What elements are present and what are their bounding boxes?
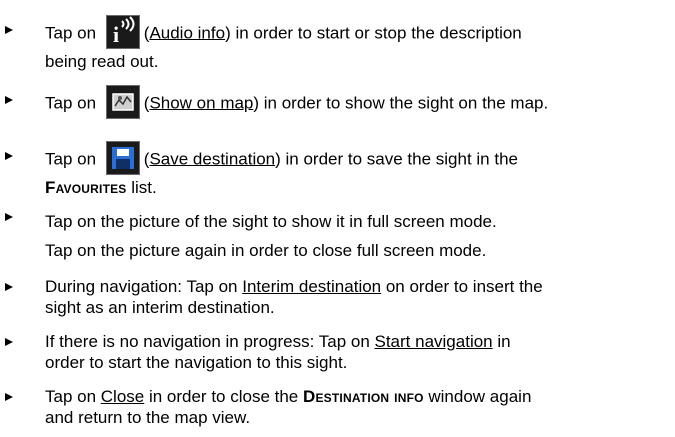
text-segment: ) in order to save the sight in the (275, 149, 518, 169)
favourites-label: Favourites (45, 178, 127, 197)
text-segment: During navigation: Tap on (45, 277, 243, 296)
item-text: Tap on (Show on map) in order to show th… (45, 85, 675, 121)
text-segment: Tap on (45, 23, 101, 43)
audio-info-icon: i (105, 15, 140, 49)
text-segment: window again (423, 387, 532, 406)
bullet-arrow-icon (4, 95, 14, 105)
show-on-map-link: Show on map (149, 93, 254, 113)
text-segment: sight as an interim destination. (45, 298, 275, 317)
text-segment: in (492, 332, 511, 351)
bullet-arrow-icon (4, 212, 14, 222)
destination-info-label: Destination info (303, 387, 424, 406)
bullet-arrow-icon (4, 282, 14, 292)
text-segment: Tap on (45, 149, 101, 169)
text-segment: Tap on (45, 387, 101, 406)
save-destination-icon (105, 141, 140, 175)
text-segment: If there is no navigation in progress: T… (45, 332, 375, 351)
item-text: During navigation: Tap on Interim destin… (45, 276, 675, 318)
close-link: Close (100, 387, 145, 406)
item-text: Tap on Close in order to close the Desti… (45, 386, 675, 428)
text-segment: and return to the map view. (45, 408, 251, 427)
text-segment: Tap on (45, 93, 101, 113)
bullet-arrow-icon (4, 337, 14, 347)
bullet-arrow-icon (4, 392, 14, 402)
bullet-arrow-icon (4, 151, 14, 161)
text-segment: order to start the navigation to this si… (45, 353, 348, 372)
save-destination-link: Save destination (149, 149, 276, 169)
audio-info-link: Audio info (149, 23, 226, 43)
item-text: If there is no navigation in progress: T… (45, 331, 675, 373)
text-segment: Tap on the picture again in order to clo… (45, 241, 487, 260)
text-segment: being read out. (45, 52, 159, 71)
item-text: Tap on the picture of the sight to show … (45, 207, 675, 265)
item-text: Tap on i (Audio info) in order to start … (45, 15, 675, 72)
text-segment: ) in order to show the sight on the map. (253, 93, 549, 113)
bullet-arrow-icon (4, 25, 14, 35)
text-segment: list. (126, 178, 157, 197)
text-segment: in order to close the (144, 387, 303, 406)
text-segment: on order to insert the (381, 277, 543, 296)
svg-text:i: i (113, 22, 119, 47)
interim-destination-link: Interim destination (242, 277, 382, 296)
text-segment: Tap on the picture of the sight to show … (45, 212, 497, 231)
item-text: Tap on (Save destination) in order to sa… (45, 141, 675, 198)
show-on-map-icon (105, 85, 140, 119)
start-navigation-link: Start navigation (374, 332, 493, 351)
text-segment: ) in order to start or stop the descript… (225, 23, 522, 43)
